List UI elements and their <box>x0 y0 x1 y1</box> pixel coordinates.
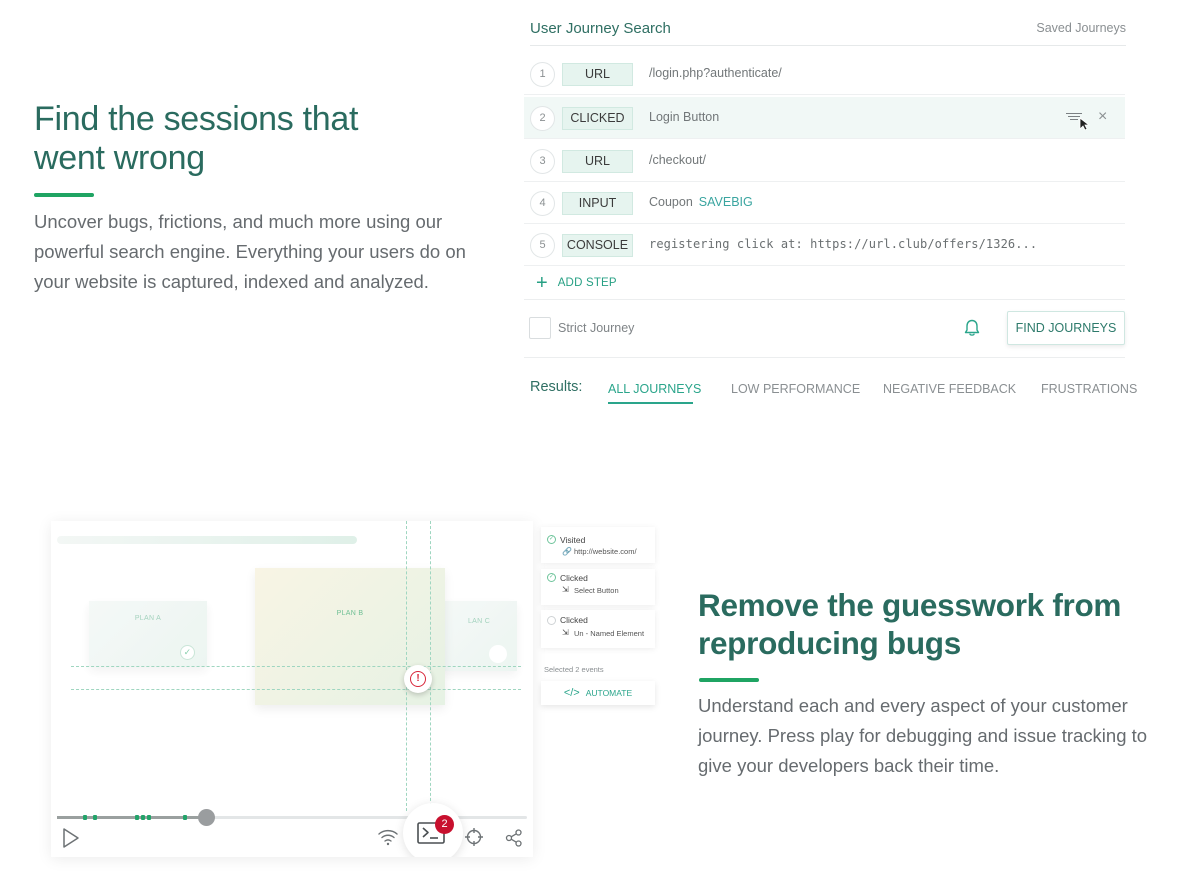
journey-step[interactable]: 5 CONSOLE registering click at: https://… <box>524 224 1125 266</box>
tab-low-performance[interactable]: LOW PERFORMANCE <box>731 382 860 396</box>
section2-title-line1: Remove the guesswork from <box>698 587 1122 623</box>
step-number: 2 <box>530 106 555 131</box>
add-step-button[interactable]: + ADD STEP <box>536 272 617 294</box>
event-marker <box>141 815 145 820</box>
hero-description: Uncover bugs, frictions, and much more u… <box>34 211 466 292</box>
plan-card-label: PLAN B <box>336 610 364 617</box>
plan-card-label: PLAN A <box>134 615 162 622</box>
network-wifi-icon[interactable] <box>377 828 399 846</box>
console-button[interactable] <box>403 803 463 857</box>
coupon-code: SAVEBIG <box>698 195 753 209</box>
step-number: 1 <box>530 62 555 87</box>
event-title: Visited <box>560 535 586 545</box>
tab-negative-feedback[interactable]: NEGATIVE FEEDBACK <box>883 382 1016 396</box>
journey-step[interactable]: 3 URL /checkout/ <box>524 140 1125 182</box>
hero-accent-rule <box>34 193 94 197</box>
strict-journey-label: Strict Journey <box>558 321 635 335</box>
journey-step-active[interactable]: 2 CLICKED Login Button × <box>524 97 1125 139</box>
add-step-label: ADD STEP <box>557 277 617 289</box>
event-marker <box>83 815 87 820</box>
timeline-scrubber[interactable] <box>198 809 215 826</box>
section2-title-line2: reproducing bugs <box>698 625 961 661</box>
mouse-cursor-icon <box>1079 117 1091 131</box>
automate-label: AUTOMATE <box>585 688 633 698</box>
step-number: 3 <box>530 149 555 174</box>
step-value[interactable]: Login Button <box>649 110 719 124</box>
journey-search-title: User Journey Search <box>530 20 671 37</box>
step-number: 4 <box>530 191 555 216</box>
step-number: 5 <box>530 233 555 258</box>
play-icon[interactable] <box>61 827 81 849</box>
step-type-tag[interactable]: CONSOLE <box>562 234 633 257</box>
placeholder-bar <box>57 536 357 544</box>
step-type-tag[interactable]: INPUT <box>562 192 633 215</box>
check-circle-icon: ✓ <box>547 573 556 582</box>
section2-accent-rule <box>699 678 759 682</box>
empty-circle-icon <box>547 616 556 625</box>
step-value-label: Coupon <box>649 195 693 209</box>
selected-events-count: Selected 2 events <box>544 665 604 674</box>
element-icon: ⇲ <box>562 628 569 637</box>
automate-button[interactable]: </> AUTOMATE <box>541 681 655 705</box>
find-journeys-button[interactable]: FIND JOURNEYS <box>1007 311 1125 345</box>
journey-step[interactable]: 1 URL /login.php?authenticate/ <box>524 53 1125 95</box>
bell-icon[interactable] <box>962 318 982 338</box>
event-marker <box>183 815 187 820</box>
step-value[interactable]: /login.php?authenticate/ <box>649 66 782 80</box>
guide-line <box>71 666 521 667</box>
divider <box>524 299 1125 300</box>
section2-description: Understand each and every aspect of your… <box>698 695 1148 776</box>
event-card[interactable]: Clicked ⇲ Un - Named Element <box>541 610 655 648</box>
plan-card-a: PLAN A ✓ <box>89 601 207 667</box>
share-icon[interactable] <box>505 829 523 847</box>
journey-search-header: User Journey Search Saved Journeys <box>530 18 1126 46</box>
step-value[interactable]: registering click at: https://url.club/o… <box>649 237 1037 251</box>
section2-title: Remove the guesswork from reproducing bu… <box>698 586 1158 662</box>
journey-step[interactable]: 4 INPUT Coupon SAVEBIG <box>524 182 1125 224</box>
plan-card-label: LAN C <box>467 618 491 625</box>
hero-title-line1: Find the sessions that <box>34 100 359 138</box>
element-icon: ⇲ <box>562 585 569 594</box>
guide-line <box>430 521 431 811</box>
active-tab-underline <box>608 402 693 404</box>
event-marker <box>135 815 139 820</box>
step-value[interactable]: Coupon SAVEBIG <box>649 195 753 209</box>
plan-card-c: LAN C <box>441 601 517 671</box>
circle-icon <box>489 645 507 663</box>
check-icon: ✓ <box>180 645 195 660</box>
saved-journeys-link[interactable]: Saved Journeys <box>1036 21 1126 35</box>
event-title: Clicked <box>560 573 588 583</box>
console-count-badge: 2 <box>435 815 454 834</box>
event-detail: http://website.com/ <box>574 547 637 556</box>
hero-title-line2: went wrong <box>34 139 205 177</box>
error-alert-marker[interactable]: ! <box>404 665 432 693</box>
divider <box>524 357 1125 358</box>
event-card[interactable]: ✓ Clicked ⇲ Select Button <box>541 569 655 605</box>
exclamation-icon: ! <box>410 671 426 687</box>
strict-journey-checkbox[interactable] <box>529 317 551 339</box>
guide-line <box>71 689 521 690</box>
check-circle-icon: ✓ <box>547 535 556 544</box>
results-label: Results: <box>530 379 583 395</box>
event-marker <box>93 815 97 820</box>
guide-line <box>406 521 407 811</box>
step-type-tag[interactable]: URL <box>562 150 633 173</box>
remove-step-close-icon[interactable]: × <box>1098 107 1107 127</box>
tab-all-journeys[interactable]: ALL JOURNEYS <box>608 382 701 396</box>
event-detail: Un - Named Element <box>574 629 645 638</box>
code-icon: </> <box>563 687 580 699</box>
event-card[interactable]: ✓ Visited 🔗 http://website.com/ <box>541 527 655 563</box>
event-title: Clicked <box>560 615 588 625</box>
link-icon: 🔗 <box>562 547 572 556</box>
step-type-tag[interactable]: CLICKED <box>562 107 633 130</box>
hero-title: Find the sessions that went wrong <box>34 100 474 178</box>
crosshair-icon[interactable] <box>464 827 484 847</box>
step-type-tag[interactable]: URL <box>562 63 633 86</box>
step-value[interactable]: /checkout/ <box>649 153 706 167</box>
event-detail: Select Button <box>574 586 619 595</box>
session-player: PLAN A ✓ LAN C PLAN B ! 2 <box>51 521 533 857</box>
event-marker <box>147 815 151 820</box>
plus-icon: + <box>536 272 548 294</box>
tab-frustrations[interactable]: FRUSTRATIONS <box>1041 382 1137 396</box>
